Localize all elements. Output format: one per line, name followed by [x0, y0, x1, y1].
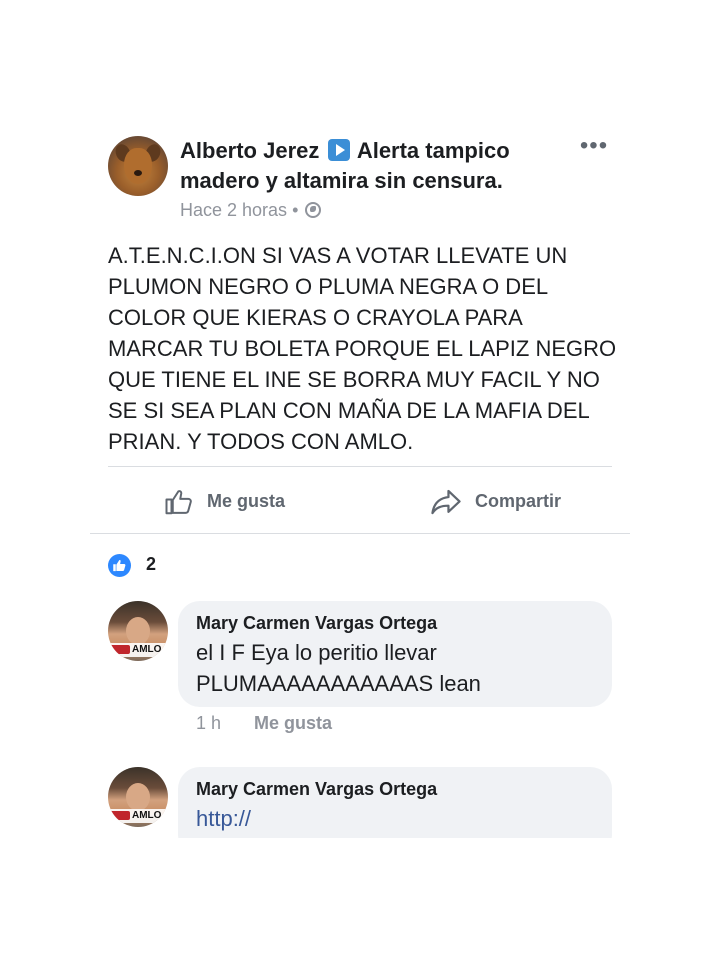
thumbs-up-icon [165, 490, 192, 515]
commenter-avatar[interactable]: AMLO [108, 601, 168, 661]
play-icon [327, 139, 350, 161]
author-name[interactable]: Alberto Jerez [180, 138, 319, 163]
commenter-name[interactable]: Mary Carmen Vargas Ortega [196, 611, 594, 635]
avatar-badge-red [110, 645, 130, 654]
commenter-avatar[interactable]: AMLO [108, 767, 168, 827]
share-button-label: Compartir [475, 491, 562, 511]
like-button-label: Me gusta [207, 491, 286, 511]
comment-like-link[interactable]: Me gusta [254, 713, 332, 733]
post-header: Alberto Jerez Alerta tampico madero y al… [108, 134, 612, 226]
commenter-name[interactable]: Mary Carmen Vargas Ortega [196, 777, 594, 801]
post-meta: Hace 2 horas • [180, 199, 322, 221]
share-arrow-icon [431, 490, 461, 515]
commenter-face [126, 617, 150, 645]
share-button[interactable]: Compartir [430, 484, 561, 518]
divider-full [90, 533, 630, 534]
more-options-button[interactable]: ••• [576, 134, 612, 164]
post-time[interactable]: Hace 2 horas [180, 200, 287, 220]
commenter-face [126, 783, 150, 811]
comment-text: el I F Eya lo peritio llevar PLUMAAAAAAA… [196, 640, 481, 696]
like-reaction-icon [108, 553, 131, 577]
comment-link[interactable]: http:// [196, 803, 594, 834]
comment-bubble: Mary Carmen Vargas Ortega el I F Eya lo … [178, 601, 612, 707]
post-author-line: Alberto Jerez Alerta tampico madero y al… [180, 136, 580, 196]
dog-nose [134, 170, 142, 176]
meta-separator: • [292, 200, 299, 220]
dog-face [124, 148, 152, 184]
comment-meta: 1 h Me gusta [196, 712, 332, 734]
author-avatar[interactable] [108, 136, 168, 196]
post-body: A.T.E.N.C.I.ON SI VAS A VOTAR LLEVATE UN… [108, 243, 617, 454]
like-button[interactable]: Me gusta [164, 484, 285, 518]
avatar-badge-red [110, 811, 130, 820]
screenshot-crop-edge [0, 838, 720, 960]
avatar-badge-text: AMLO [132, 810, 162, 821]
avatar-badge-text: AMLO [132, 644, 162, 655]
comment-time[interactable]: 1 h [196, 713, 221, 733]
reactions-summary[interactable]: 2 [108, 552, 157, 577]
globe-icon [305, 202, 322, 218]
divider [108, 466, 612, 467]
reaction-count: 2 [146, 554, 157, 574]
